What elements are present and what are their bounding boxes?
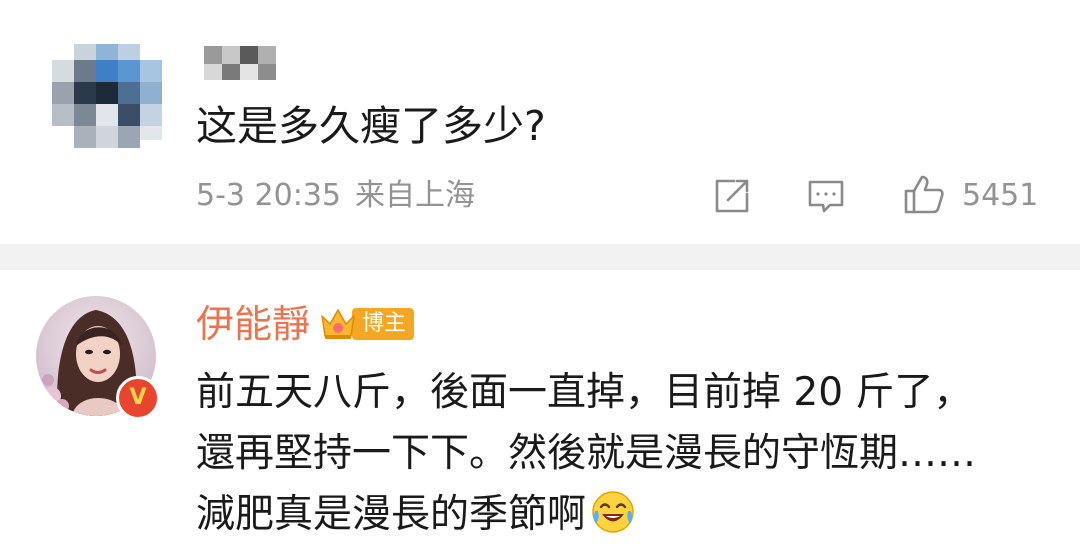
weibo-comment-thread: 这是多久瘦了多少? 5-3 20:35 来自上海 5451 V 伊能靜 博主 前…	[0, 0, 1080, 558]
blogger-label: 博主	[352, 308, 415, 340]
reply-line-last: 減肥真是漫長的季節啊	[196, 484, 1056, 545]
verified-badge: V	[116, 376, 160, 420]
reply-line: 還再堅持一下下。然後就是漫長的守恆期……	[196, 431, 977, 476]
section-divider	[0, 244, 1080, 270]
comment-meta: 5-3 20:35 来自上海	[196, 176, 475, 216]
comment-time: 5-3 20:35	[196, 178, 341, 213]
blogger-tag: 博主	[318, 306, 415, 342]
avatar-pixelated[interactable]	[52, 44, 170, 156]
reply-line-text: 減肥真是漫長的季節啊	[196, 492, 587, 537]
comment-icon[interactable]	[806, 176, 846, 216]
like-icon[interactable]	[902, 172, 946, 216]
like-count: 5451	[962, 178, 1039, 213]
comment-text: 这是多久瘦了多少?	[196, 102, 546, 150]
comment-location: 来自上海	[355, 178, 475, 213]
laughing-tears-emoji-icon	[590, 489, 636, 535]
username-pixelated[interactable]	[204, 46, 278, 82]
crown-icon	[318, 306, 358, 342]
share-icon[interactable]	[712, 176, 752, 216]
author-username[interactable]: 伊能靜	[196, 300, 310, 348]
reply-line: 前五天八斤，後面一直掉，目前掉 20 斤了，	[196, 370, 973, 415]
author-avatar-group[interactable]: V	[36, 296, 160, 420]
reply-text: 前五天八斤，後面一直掉，目前掉 20 斤了， 還再堅持一下下。然後就是漫長的守恆…	[196, 362, 1056, 545]
